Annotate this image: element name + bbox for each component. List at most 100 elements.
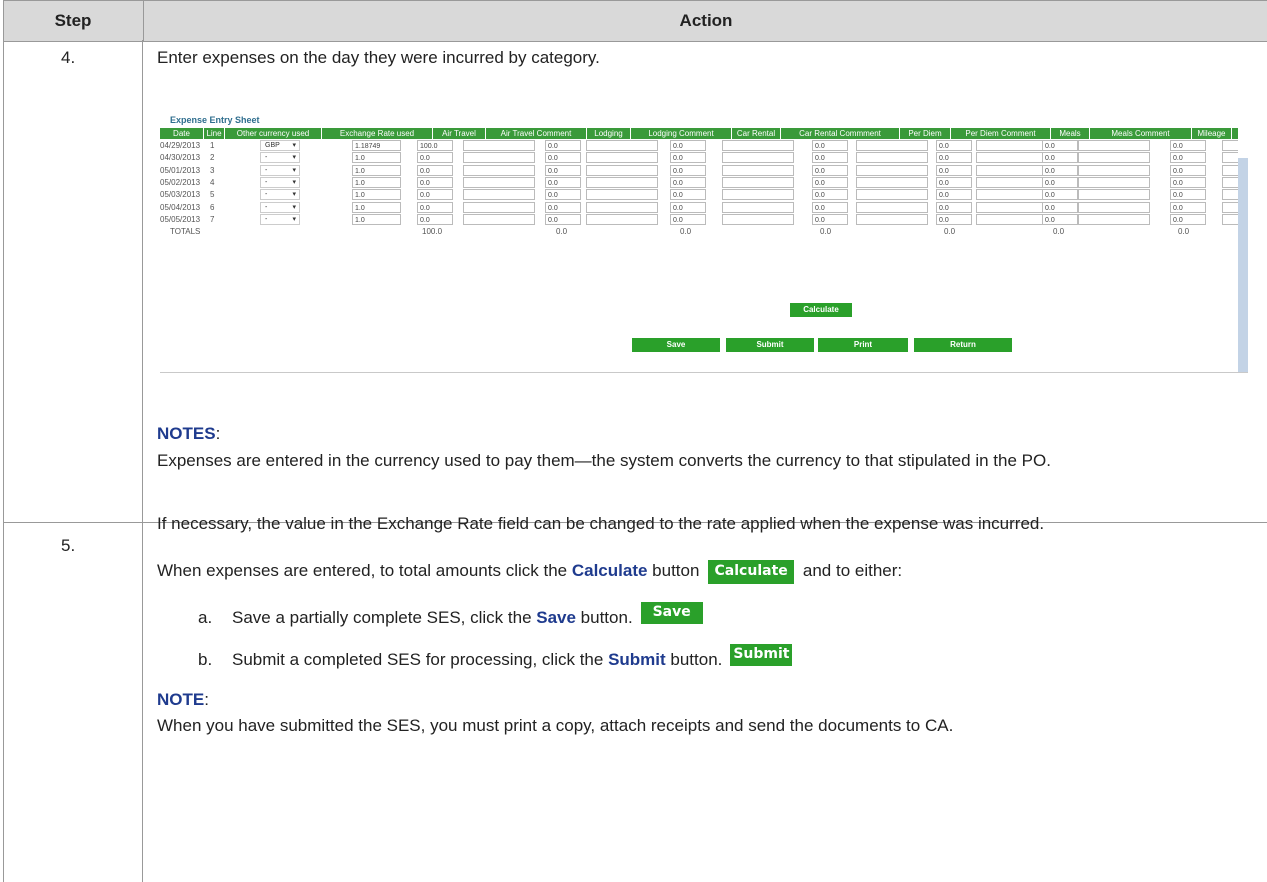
- mileage-input[interactable]: 0.0: [1042, 140, 1078, 151]
- calculate-button[interactable]: Calculate: [790, 303, 852, 317]
- print-button[interactable]: Print: [818, 338, 908, 352]
- lodging-comment-input[interactable]: [586, 213, 658, 225]
- mileage-comment-input[interactable]: [1078, 140, 1150, 151]
- meals-comment-input[interactable]: [976, 213, 1048, 225]
- parking-input[interactable]: 0.0: [1170, 189, 1206, 201]
- air-travel-input[interactable]: 0.0: [417, 176, 453, 188]
- per-diem-input[interactable]: 0.0: [812, 213, 848, 225]
- car-rental-input[interactable]: 0.0: [670, 189, 706, 201]
- parking-input[interactable]: 0.0: [1170, 152, 1206, 164]
- air-travel-comment-input[interactable]: [463, 140, 535, 151]
- lodging-input[interactable]: 0.0: [545, 189, 581, 201]
- mileage-comment-input[interactable]: [1078, 164, 1150, 176]
- air-travel-comment-input[interactable]: [463, 164, 535, 176]
- return-button[interactable]: Return: [914, 338, 1012, 352]
- lodging-input[interactable]: 0.0: [545, 140, 581, 151]
- per-diem-input[interactable]: 0.0: [812, 189, 848, 201]
- exchange-rate-input[interactable]: 1.0: [352, 176, 401, 188]
- mileage-input[interactable]: 0.0: [1042, 213, 1078, 225]
- parking-input[interactable]: 0.0: [1170, 201, 1206, 213]
- car-rental-input[interactable]: 0.0: [670, 164, 706, 176]
- lodging-comment-input[interactable]: [586, 176, 658, 188]
- car-rental-input[interactable]: 0.0: [670, 152, 706, 164]
- meals-input[interactable]: 0.0: [936, 176, 972, 188]
- vertical-scrollbar[interactable]: [1238, 100, 1248, 372]
- mileage-input[interactable]: 0.0: [1042, 152, 1078, 164]
- lodging-input[interactable]: 0.0: [545, 176, 581, 188]
- exchange-rate-input[interactable]: 1.0: [352, 189, 401, 201]
- currency-select[interactable]: - ▾: [260, 201, 300, 213]
- per-diem-input[interactable]: 0.0: [812, 164, 848, 176]
- meals-input[interactable]: 0.0: [936, 213, 972, 225]
- air-travel-comment-input[interactable]: [463, 201, 535, 213]
- submit-button[interactable]: Submit: [726, 338, 814, 352]
- car-rental-comment-input[interactable]: [722, 189, 794, 201]
- per-diem-comment-input[interactable]: [856, 152, 928, 164]
- per-diem-input[interactable]: 0.0: [812, 152, 848, 164]
- mileage-comment-input[interactable]: [1078, 189, 1150, 201]
- air-travel-input[interactable]: 100.0: [417, 140, 453, 151]
- air-travel-comment-input[interactable]: [463, 213, 535, 225]
- car-rental-comment-input[interactable]: [722, 201, 794, 213]
- mileage-input[interactable]: 0.0: [1042, 189, 1078, 201]
- parking-input[interactable]: 0.0: [1170, 176, 1206, 188]
- mileage-comment-input[interactable]: [1078, 213, 1150, 225]
- lodging-input[interactable]: 0.0: [545, 213, 581, 225]
- car-rental-comment-input[interactable]: [722, 152, 794, 164]
- lodging-input[interactable]: 0.0: [545, 164, 581, 176]
- meals-comment-input[interactable]: [976, 140, 1048, 151]
- currency-select[interactable]: GBP ▾: [260, 140, 300, 151]
- meals-comment-input[interactable]: [976, 189, 1048, 201]
- air-travel-input[interactable]: 0.0: [417, 164, 453, 176]
- meals-comment-input[interactable]: [976, 164, 1048, 176]
- air-travel-input[interactable]: 0.0: [417, 201, 453, 213]
- car-rental-input[interactable]: 0.0: [670, 140, 706, 151]
- car-rental-input[interactable]: 0.0: [670, 201, 706, 213]
- air-travel-comment-input[interactable]: [463, 189, 535, 201]
- save-button[interactable]: Save: [632, 338, 720, 352]
- air-travel-comment-input[interactable]: [463, 176, 535, 188]
- currency-select[interactable]: - ▾: [260, 152, 300, 164]
- meals-comment-input[interactable]: [976, 176, 1048, 188]
- per-diem-comment-input[interactable]: [856, 201, 928, 213]
- exchange-rate-input[interactable]: 1.0: [352, 164, 401, 176]
- per-diem-comment-input[interactable]: [856, 176, 928, 188]
- meals-input[interactable]: 0.0: [936, 164, 972, 176]
- air-travel-input[interactable]: 0.0: [417, 213, 453, 225]
- mileage-input[interactable]: 0.0: [1042, 201, 1078, 213]
- mileage-comment-input[interactable]: [1078, 201, 1150, 213]
- exchange-rate-input[interactable]: 1.18749: [352, 140, 401, 151]
- meals-comment-input[interactable]: [976, 201, 1048, 213]
- lodging-comment-input[interactable]: [586, 164, 658, 176]
- lodging-comment-input[interactable]: [586, 189, 658, 201]
- per-diem-input[interactable]: 0.0: [812, 140, 848, 151]
- exchange-rate-input[interactable]: 1.0: [352, 152, 401, 164]
- currency-select[interactable]: - ▾: [260, 176, 300, 188]
- currency-select[interactable]: - ▾: [260, 164, 300, 176]
- mileage-input[interactable]: 0.0: [1042, 164, 1078, 176]
- parking-input[interactable]: 0.0: [1170, 164, 1206, 176]
- per-diem-comment-input[interactable]: [856, 189, 928, 201]
- currency-select[interactable]: - ▾: [260, 189, 300, 201]
- per-diem-comment-input[interactable]: [856, 213, 928, 225]
- air-travel-comment-input[interactable]: [463, 152, 535, 164]
- lodging-comment-input[interactable]: [586, 152, 658, 164]
- exchange-rate-input[interactable]: 1.0: [352, 201, 401, 213]
- parking-input[interactable]: 0.0: [1170, 213, 1206, 225]
- car-rental-comment-input[interactable]: [722, 164, 794, 176]
- meals-input[interactable]: 0.0: [936, 201, 972, 213]
- air-travel-input[interactable]: 0.0: [417, 189, 453, 201]
- car-rental-input[interactable]: 0.0: [670, 176, 706, 188]
- meals-input[interactable]: 0.0: [936, 189, 972, 201]
- meals-input[interactable]: 0.0: [936, 152, 972, 164]
- per-diem-comment-input[interactable]: [856, 164, 928, 176]
- car-rental-comment-input[interactable]: [722, 140, 794, 151]
- mileage-comment-input[interactable]: [1078, 176, 1150, 188]
- car-rental-input[interactable]: 0.0: [670, 213, 706, 225]
- lodging-comment-input[interactable]: [586, 201, 658, 213]
- lodging-input[interactable]: 0.0: [545, 201, 581, 213]
- parking-input[interactable]: 0.0: [1170, 140, 1206, 151]
- per-diem-comment-input[interactable]: [856, 140, 928, 151]
- lodging-comment-input[interactable]: [586, 140, 658, 151]
- currency-select[interactable]: - ▾: [260, 213, 300, 225]
